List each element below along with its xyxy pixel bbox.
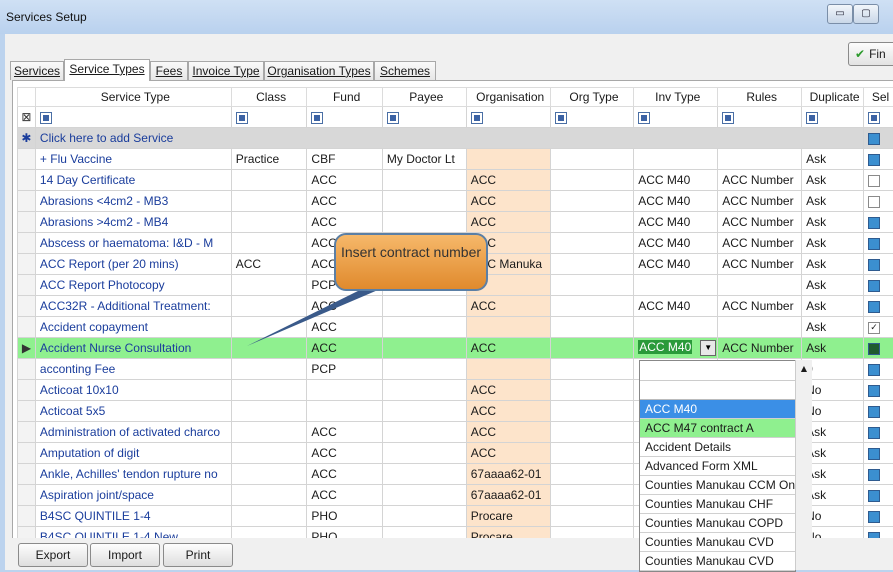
callout-pointer-shape xyxy=(247,284,392,346)
callout-annotation: Insert contract number xyxy=(334,233,488,291)
callout-text: Insert contract number xyxy=(336,235,486,261)
